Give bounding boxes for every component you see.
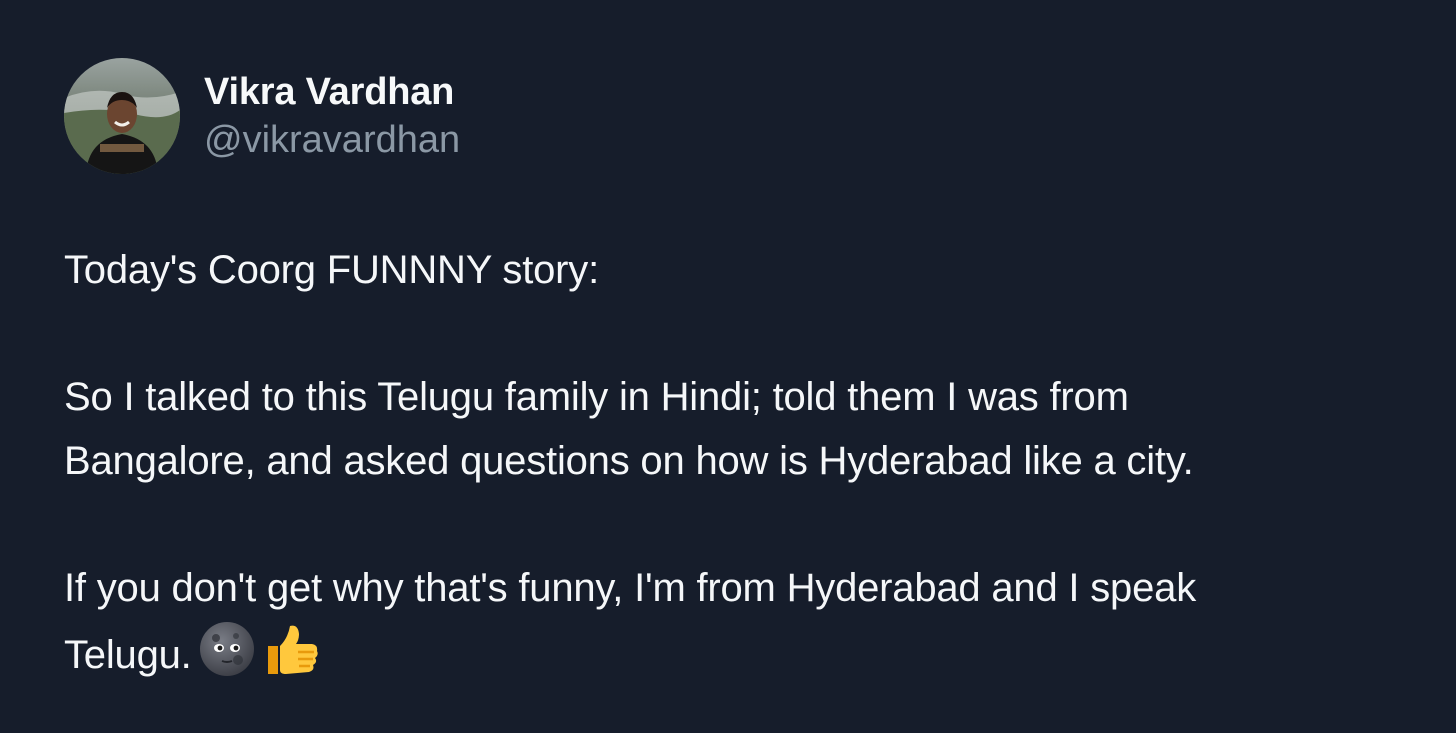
tweet-line: Today's Coorg FUNNNY story: (64, 248, 599, 292)
avatar-photo-icon (64, 58, 180, 174)
tweet-line: Bangalore, and asked questions on how is… (64, 439, 1194, 483)
tweet-line: If you don't get why that's funny, I'm f… (64, 566, 1197, 610)
thumbs-up-emoji-icon (262, 620, 320, 697)
tweet-line: So I talked to this Telugu family in Hin… (64, 375, 1129, 419)
tweet-line: Telugu. (64, 633, 192, 677)
tweet-last-line: Telugu. (64, 620, 1444, 697)
avatar[interactable] (64, 58, 180, 174)
tweet-card: Vikra Vardhan @vikravardhan Today's Coor… (0, 0, 1456, 733)
author-handle[interactable]: @vikravardhan (204, 117, 460, 163)
author-display-name[interactable]: Vikra Vardhan (204, 69, 460, 115)
tweet-text: Today's Coorg FUNNNY story: So I talked … (64, 238, 1444, 697)
author-names: Vikra Vardhan @vikravardhan (204, 69, 460, 163)
new-moon-face-emoji-icon (198, 620, 256, 697)
tweet-header: Vikra Vardhan @vikravardhan (64, 58, 460, 174)
